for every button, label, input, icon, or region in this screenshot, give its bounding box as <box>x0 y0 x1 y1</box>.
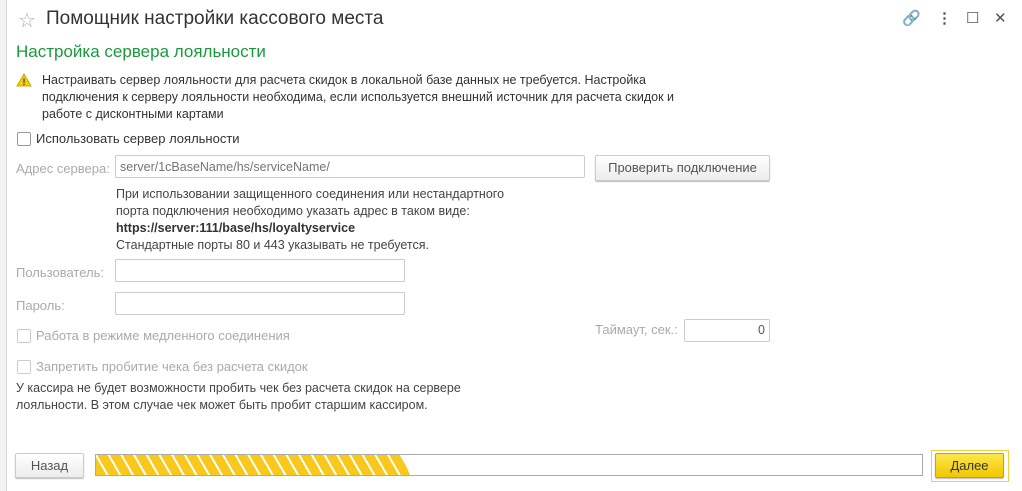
hint-example: https://server:111/base/hs/loyaltyservic… <box>116 221 356 235</box>
use-server-checkbox[interactable] <box>17 132 31 146</box>
hint-ports: Стандартные порты 80 и 443 указывать не … <box>116 238 430 252</box>
user-label: Пользователь: <box>16 265 104 280</box>
check-connection-button[interactable]: Проверить подключение <box>595 155 770 181</box>
timeout-input[interactable]: 0 <box>684 319 770 342</box>
progress-fill <box>96 455 410 475</box>
link-icon[interactable]: 🔗 <box>902 9 921 27</box>
hint-text: При использовании защищенного соединения… <box>116 187 505 218</box>
section-heading: Настройка сервера лояльности <box>16 42 266 61</box>
address-input[interactable] <box>115 155 585 178</box>
back-button[interactable]: Назад <box>15 453 84 478</box>
warning-icon: ! <box>16 73 32 90</box>
close-icon[interactable]: ✕ <box>994 9 1007 27</box>
warning-text: Настраивать сервер лояльности для расчет… <box>42 73 674 121</box>
forbid-checkbox[interactable] <box>17 360 31 374</box>
favorite-star-icon[interactable]: ☆ <box>18 8 36 33</box>
forbid-note: У кассира не будет возможности пробить ч… <box>16 381 461 412</box>
user-input[interactable] <box>115 259 405 282</box>
next-button[interactable]: Далее <box>935 453 1004 478</box>
slow-connection-checkbox[interactable] <box>17 329 31 343</box>
more-menu-icon[interactable]: ⋮ <box>937 9 952 27</box>
progress-bar <box>95 454 923 476</box>
forbid-label: Запретить пробитие чека без расчета скид… <box>36 359 308 374</box>
password-input[interactable] <box>115 292 405 315</box>
slow-connection-label: Работа в режиме медленного соединения <box>36 328 290 343</box>
password-label: Пароль: <box>16 298 65 313</box>
svg-text:!: ! <box>23 77 26 87</box>
window-title: Помощник настройки кассового места <box>46 8 384 29</box>
timeout-label: Таймаут, сек.: <box>595 322 678 337</box>
background-window-edge <box>0 0 7 491</box>
address-label: Адрес сервера: <box>16 161 110 176</box>
maximize-icon[interactable]: ☐ <box>966 9 979 27</box>
address-hint: При использовании защищенного соединения… <box>116 186 516 254</box>
use-server-label: Использовать сервер лояльности <box>36 131 240 146</box>
